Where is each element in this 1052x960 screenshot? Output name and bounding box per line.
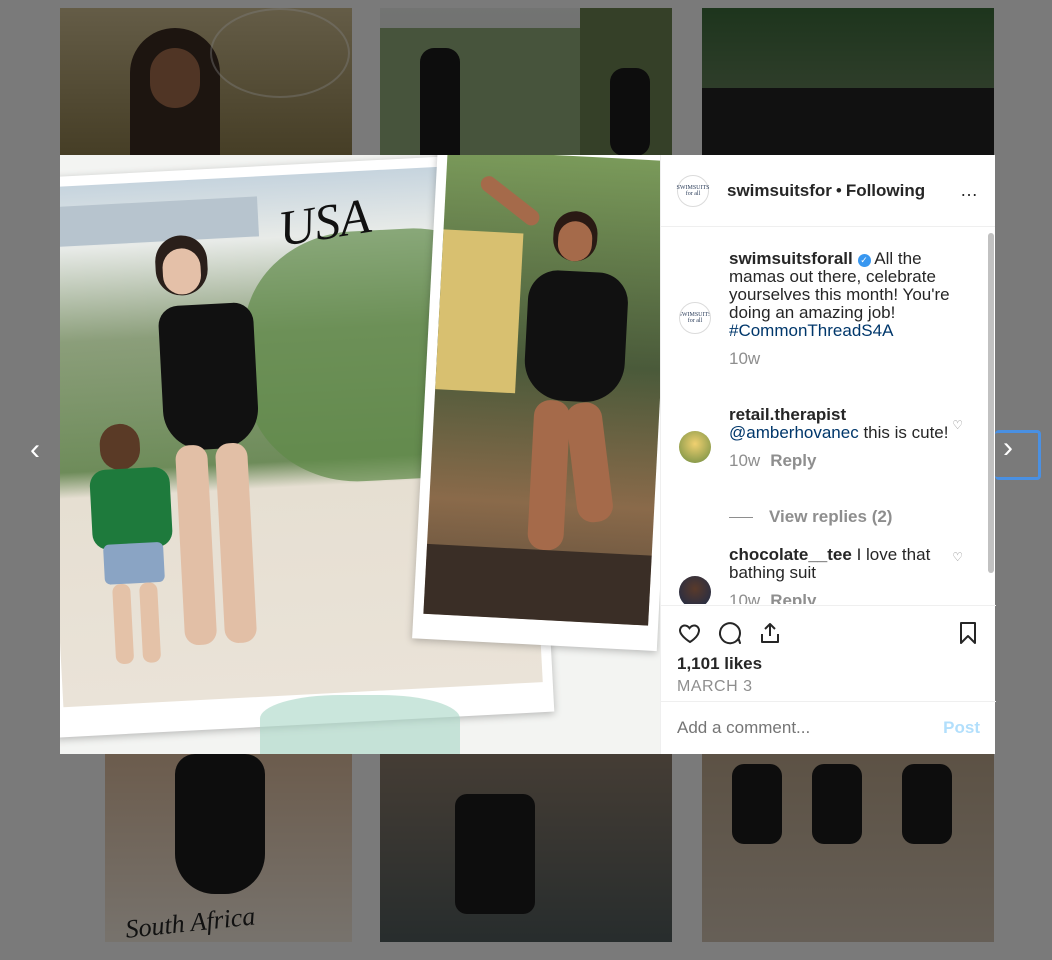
more-options-icon[interactable]: … [960, 180, 979, 201]
tile-caption: South Africa [124, 901, 257, 942]
photo-jump [412, 155, 660, 652]
reply-button[interactable]: Reply [770, 591, 816, 605]
comment-text: this is cute! [863, 423, 949, 442]
avatar-logo-text: SWIMSUITS for all [676, 184, 710, 197]
post-media[interactable]: USA [60, 155, 660, 754]
comment-icon[interactable] [717, 621, 743, 645]
comment-meta: 10w Reply [729, 591, 961, 605]
commenter-avatar[interactable] [679, 431, 711, 463]
caption-meta: 10w [729, 350, 961, 368]
likes-count[interactable]: 1,101 likes [677, 654, 980, 674]
separator-dot: • [835, 180, 842, 200]
add-comment-input[interactable] [677, 718, 944, 738]
comment-composer: Post [661, 701, 996, 754]
caption-avatar[interactable]: SWIMSUITS for all [679, 302, 711, 334]
account-avatar[interactable]: SWIMSUITS for all [676, 174, 710, 207]
reply-button[interactable]: Reply [770, 451, 816, 470]
like-comment-heart-icon[interactable]: ♡ [952, 418, 963, 432]
grid-tile-5[interactable] [380, 754, 672, 942]
comment-time[interactable]: 10w [729, 591, 760, 605]
caption-hashtag[interactable]: #CommonThreadS4A [729, 321, 893, 340]
post-date[interactable]: MARCH 3 [677, 678, 980, 696]
caption-avatar-text: SWIMSUITS for all [679, 312, 711, 324]
comment-username[interactable]: retail.therapist [729, 405, 846, 424]
caption-body: swimsuitsforall ✓ All the mamas out ther… [729, 250, 961, 368]
comment-body: retail.therapist @amberhovanec this is c… [729, 406, 961, 470]
header-username[interactable]: swimsuitsfor [727, 181, 832, 201]
next-arrow-button[interactable]: › [995, 430, 1041, 480]
commenter-avatar[interactable] [679, 576, 711, 604]
like-comment-heart-icon[interactable]: ♡ [952, 550, 963, 564]
comment-username[interactable]: chocolate__tee [729, 545, 852, 564]
comment-body: chocolate__tee I love that bathing suit … [729, 545, 961, 605]
grid-tile-3[interactable] [702, 8, 994, 156]
comment-mention[interactable]: @amberhovanec [729, 423, 859, 442]
post-actions: 1,101 likes MARCH 3 [661, 605, 996, 696]
comments-list[interactable]: SWIMSUITS for all swimsuitsforall ✓ All … [661, 228, 996, 604]
post-sidebar: SWIMSUITS for all swimsuitsfor • Followi… [660, 155, 996, 754]
replies-line [729, 517, 753, 519]
follow-status-button[interactable]: Following [846, 181, 925, 201]
comment-meta: 10w Reply [729, 452, 961, 470]
caption-username[interactable]: swimsuitsforall [729, 249, 853, 268]
action-icons [677, 618, 980, 648]
like-heart-icon[interactable] [677, 621, 703, 645]
save-bookmark-icon[interactable] [956, 621, 980, 645]
grid-tile-2[interactable] [380, 8, 672, 156]
post-header: SWIMSUITS for all swimsuitsfor • Followi… [661, 155, 995, 227]
comment-time[interactable]: 10w [729, 451, 760, 470]
post-comment-button[interactable]: Post [943, 718, 980, 738]
share-icon[interactable] [757, 621, 783, 645]
prev-arrow-icon[interactable]: ‹ [30, 433, 40, 467]
comments-scrollbar[interactable] [988, 233, 994, 573]
grid-tile-6[interactable] [702, 754, 994, 942]
post-modal: USA SWIMSUITS for all swimsuitsfor • Fol… [60, 155, 996, 754]
verified-badge-icon: ✓ [857, 254, 871, 267]
grid-tile-1[interactable] [60, 8, 352, 156]
next-arrow-icon: › [1003, 431, 1013, 464]
view-replies-button[interactable]: View replies (2) [729, 507, 892, 527]
grid-tile-4[interactable]: South Africa [105, 754, 352, 942]
caption-time[interactable]: 10w [729, 349, 760, 368]
view-replies-label: View replies (2) [769, 507, 893, 526]
